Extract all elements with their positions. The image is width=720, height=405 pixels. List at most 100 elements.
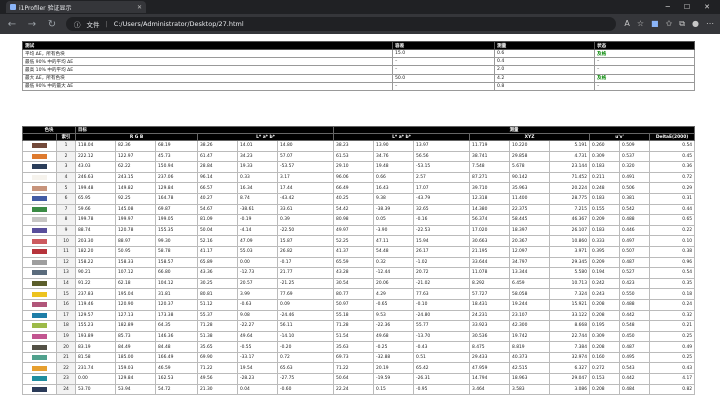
measured-l-cell: 55.18	[333, 309, 375, 322]
color-swatch-cell	[22, 214, 57, 226]
address-bar[interactable]: ⓘ 文件 | C:/Users/Administrator/Desktop/27…	[66, 17, 617, 31]
xyz-z-cell: 29.047	[549, 373, 591, 385]
rgb-r-cell: 193.89	[75, 330, 117, 343]
measured-b-cell: -21.02	[413, 277, 471, 290]
measured-b-cell: -1.02	[413, 256, 471, 269]
rgb-b-cell: 104.12	[155, 277, 199, 290]
extension-icon[interactable]: ■	[651, 19, 659, 29]
xyz-z-cell: 15.921	[549, 298, 591, 311]
v-cell: 0.506	[619, 182, 651, 194]
xyz-z-cell: 4.731	[549, 150, 591, 163]
rgb-b-cell: 54.72	[155, 383, 199, 396]
u-cell: 0.160	[589, 351, 621, 364]
color-swatch	[32, 175, 47, 181]
target-l-cell: 66.57	[197, 182, 239, 194]
deltae-cell: 0.36	[649, 161, 696, 173]
xyz-y-cell: 23.107	[509, 309, 551, 322]
collections-icon[interactable]: ⧉	[679, 19, 685, 29]
xyz-x-cell: 11.078	[469, 267, 511, 279]
target-b-cell: -0.17	[277, 256, 335, 269]
color-swatch	[32, 281, 47, 287]
close-window-icon[interactable]: ✕	[704, 3, 710, 11]
minimize-icon[interactable]: ─	[666, 3, 670, 11]
rgb-b-cell: 164.78	[155, 192, 199, 205]
rgb-b-cell: 58.78	[155, 245, 199, 258]
back-arrow-icon[interactable]: ←	[6, 19, 18, 30]
v-cell: 0.491	[619, 171, 651, 184]
index-cell: 8	[55, 214, 77, 226]
rgb-g-cell: 50.95	[115, 245, 157, 258]
summary-tolerance-cell: –	[392, 65, 495, 75]
index-cell: 17	[55, 309, 77, 322]
target-l-cell: 30.25	[197, 277, 239, 290]
target-b-cell: 33.61	[277, 203, 335, 216]
xyz-y-cell: 90.142	[509, 171, 551, 184]
xyz-x-cell: 57.727	[469, 288, 511, 300]
table-row: 15 237.83 195.04 31.81 80.81 3.99 77.69 80.77 4.…	[22, 288, 696, 300]
favorites-list-icon[interactable]: ✩	[666, 19, 673, 29]
measured-l-cell: 52.25	[333, 235, 375, 247]
maximize-icon[interactable]: ☐	[684, 3, 690, 11]
favorite-star-icon[interactable]: ☆	[637, 19, 644, 29]
xyz-z-cell: 10.860	[549, 235, 591, 247]
header-xyz: XYZ	[469, 133, 591, 141]
table-row: 13 90.21 107.12 66.80 43.36 -12.73 21.77 43.28-…	[22, 267, 696, 279]
xyz-x-cell: 8.292	[469, 277, 511, 290]
target-b-cell: 56.11	[277, 320, 335, 332]
target-l-cell: 50.04	[197, 224, 239, 237]
v-cell: 0.487	[619, 256, 651, 269]
tab-close-icon[interactable]: ✕	[137, 4, 142, 11]
more-menu-icon[interactable]: ⋯	[706, 19, 714, 29]
target-a-cell: 0.00	[237, 256, 279, 269]
table-row: 14 91.22 62.18 104.12 30.25 20.57 -21.25 30.54 2…	[22, 277, 696, 290]
xyz-z-cell: 6.327	[549, 362, 591, 375]
deltae-cell: 0.10	[649, 235, 696, 247]
rgb-b-cell: 31.81	[155, 288, 199, 300]
v-cell: 0.507	[619, 245, 651, 258]
measured-l-cell: 80.77	[333, 288, 375, 300]
info-icon[interactable]: ⓘ	[74, 19, 81, 29]
index-cell: 1	[55, 140, 77, 152]
measured-b-cell: 13.97	[413, 140, 471, 152]
read-aloud-icon[interactable]: A	[624, 19, 629, 29]
target-b-cell: 65.63	[277, 362, 335, 375]
summary-tolerance-cell: 15.0	[392, 48, 495, 59]
header-swatch	[22, 133, 57, 141]
table-row: 9 88.74 120.78 155.35 50.04 -4.14 -22.50 49.97-…	[22, 224, 696, 237]
measured-l-cell: 96.06	[333, 171, 375, 184]
browser-tab[interactable]: i1Profiler 验证显示 ✕	[6, 1, 146, 13]
xyz-z-cell: 46.367	[549, 214, 591, 226]
xyz-y-cell: 58.445	[509, 214, 551, 226]
target-a-cell: -38.61	[237, 203, 279, 216]
target-b-cell: -24.46	[277, 309, 335, 322]
v-cell: 0.488	[619, 298, 651, 311]
xyz-x-cell: 24.231	[469, 309, 511, 322]
measured-l-cell: 71.22	[333, 362, 375, 375]
measured-a-cell: 0.32	[373, 256, 415, 269]
address-url: C:/Users/Administrator/Desktop/27.html	[113, 20, 244, 28]
profile-avatar-icon[interactable]: ●	[692, 19, 699, 29]
measured-a-cell: 16.43	[373, 182, 415, 194]
target-l-cell: 51.12	[197, 298, 239, 311]
address-separator: |	[105, 20, 108, 28]
deltae-cell: 0.72	[649, 171, 696, 184]
rgb-g-cell: 82.36	[115, 140, 157, 152]
target-a-cell: 8.74	[237, 192, 279, 205]
forward-arrow-icon[interactable]: →	[26, 19, 38, 30]
target-b-cell: -0.60	[277, 383, 335, 396]
color-swatch-cell	[22, 288, 57, 300]
rgb-b-cell: 84.48	[155, 341, 199, 353]
v-cell: 0.550	[619, 288, 651, 300]
refresh-icon[interactable]: ↻	[46, 19, 58, 30]
u-cell: 0.155	[589, 203, 621, 216]
target-l-cell: 40.27	[197, 192, 239, 205]
rgb-b-cell: 99.30	[155, 235, 199, 247]
color-swatch-cell	[22, 298, 57, 311]
rgb-r-cell: 199.48	[75, 182, 117, 194]
measured-a-cell: 20.06	[373, 277, 415, 290]
summary-status-cell: 及格	[594, 73, 695, 83]
xyz-y-cell: 13.344	[509, 267, 551, 279]
target-l-cell: 71.22	[197, 362, 239, 375]
color-swatch-cell	[22, 267, 57, 279]
rgb-b-cell: 162.53	[155, 373, 199, 385]
